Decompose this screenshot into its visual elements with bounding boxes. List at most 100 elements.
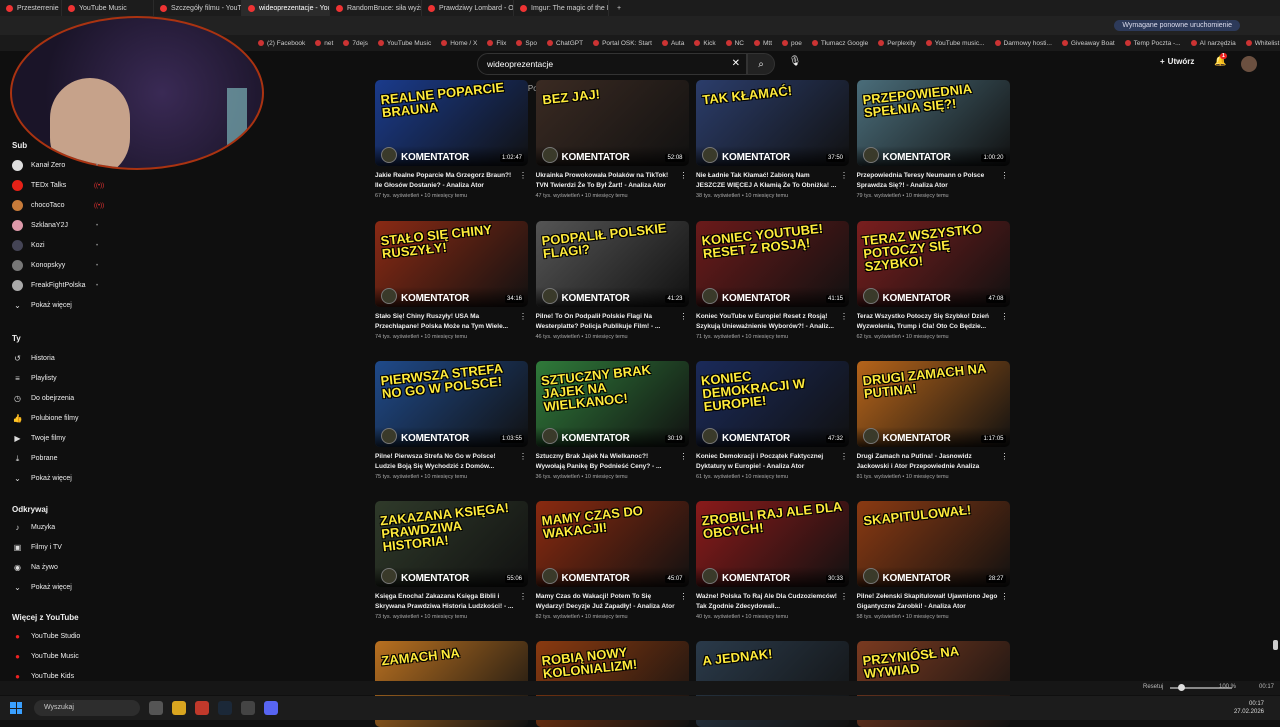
- video-thumbnail[interactable]: Koniec YouTube! Reset z Rosją! KOMENTATOR…: [696, 221, 849, 307]
- bookmark-item[interactable]: Temp Poczta -...: [1124, 40, 1181, 47]
- video-menu-icon[interactable]: ⋮: [519, 171, 527, 180]
- windows-start-icon[interactable]: [10, 702, 22, 714]
- video-menu-icon[interactable]: ⋮: [519, 452, 527, 461]
- create-button[interactable]: + Utwórz: [1160, 57, 1194, 66]
- video-thumbnail[interactable]: Stało się chiny ruszyły! KOMENTATOR 34:16: [375, 221, 528, 307]
- bookmark-item[interactable]: Whitelist Serw...: [1245, 40, 1280, 47]
- video-card[interactable]: Zakazana księga! Prawdziwa historia! KOME…: [375, 501, 529, 620]
- video-thumbnail[interactable]: Koniec demokracji w Europie! KOMENTATOR 47…: [696, 361, 849, 447]
- video-menu-icon[interactable]: ⋮: [840, 452, 848, 461]
- bookmark-item[interactable]: net: [315, 40, 333, 47]
- bookmark-item[interactable]: Portal OSK: Start: [593, 40, 652, 47]
- search-input[interactable]: wideoprezentacje ✕: [477, 53, 747, 75]
- video-card[interactable]: Drugi zamach na Putina! KOMENTATOR 1:17:05…: [856, 361, 1011, 480]
- bookmark-item[interactable]: Darmowy hosti...: [994, 40, 1052, 47]
- video-title[interactable]: Koniec YouTube w Europie! Reset z Rosją!…: [696, 312, 850, 332]
- bookmark-item[interactable]: Kick: [694, 40, 716, 47]
- video-card[interactable]: Pierwsza strefa no go w Polsce! KOMENTATO…: [375, 361, 529, 480]
- video-thumbnail[interactable]: Realne poparcie Brauna KOMENTATOR 1:02:47: [375, 80, 528, 166]
- steam-icon[interactable]: [218, 701, 232, 715]
- video-title[interactable]: Koniec Demokracji i Początek Faktycznej …: [696, 452, 850, 472]
- browser-tab[interactable]: RandomBruce: siła wyższa: [330, 0, 422, 16]
- sidebar-item-subscription[interactable]: Konopskyy •: [12, 260, 98, 271]
- bookmark-item[interactable]: NC: [725, 40, 744, 47]
- bookmark-item[interactable]: (2) Facebook: [258, 40, 305, 47]
- notifications-bell-icon[interactable]: 🔔 1: [1214, 53, 1227, 67]
- bookmark-item[interactable]: Mtt: [754, 40, 772, 47]
- sidebar-item-playlisty[interactable]: ≡ Playlisty: [12, 373, 57, 384]
- browser-tab[interactable]: wideoprezentacje - YouTub: [242, 0, 330, 16]
- restart-warning[interactable]: Wymagane ponowne uruchomienie: [1114, 20, 1240, 31]
- discord-icon[interactable]: [264, 701, 278, 715]
- bookmark-item[interactable]: poe: [782, 40, 802, 47]
- sidebar-item-pobrane[interactable]: ⤓ Pobrane: [12, 453, 58, 464]
- video-card[interactable]: Bez jaj! KOMENTATOR 52:08 Ukrainka Prowokow…: [535, 80, 690, 199]
- browser-tab[interactable]: Przesterrenie: [0, 0, 62, 16]
- browser-tab[interactable]: Imgur: The magic of the In: [514, 0, 609, 16]
- video-card[interactable]: Skapitulował! KOMENTATOR 28:27 Pilne! Zełen…: [856, 501, 1011, 620]
- sidebar-item-subscription[interactable]: chocoTaco ((•)): [12, 200, 104, 211]
- video-menu-icon[interactable]: ⋮: [1001, 312, 1009, 321]
- video-title[interactable]: Nie Ładnie Tak Kłamać! Zabiorą Nam JESZC…: [696, 171, 850, 191]
- bookmark-item[interactable]: AI narzędzia: [1190, 40, 1236, 47]
- sidebar-item-youtube-studio[interactable]: ● YouTube Studio: [12, 631, 80, 642]
- video-menu-icon[interactable]: ⋮: [1001, 452, 1009, 461]
- sidebar-item-twoje-filmy[interactable]: ▶ Twoje filmy: [12, 433, 65, 444]
- sidebar-item-pokaż-więcej[interactable]: ⌄ Pokaż więcej: [12, 473, 72, 484]
- task-view-icon[interactable]: [149, 701, 163, 715]
- sidebar-item-subscription[interactable]: TEDx Talks ((•)): [12, 180, 104, 191]
- video-thumbnail[interactable]: Pierwsza strefa no go w Polsce! KOMENTATO…: [375, 361, 528, 447]
- sidebar-item-subscription[interactable]: SzklanaY2J •: [12, 220, 98, 231]
- video-thumbnail[interactable]: Mamy czas do wakacji! KOMENTATOR 45:07: [535, 501, 689, 587]
- account-avatar[interactable]: [1241, 56, 1257, 72]
- video-title[interactable]: Ważne! Polska To Raj Ale Dla Cudzoziemcó…: [696, 592, 850, 612]
- video-card[interactable]: Teraz wszystko potoczy się szybko! KOMENT…: [856, 221, 1011, 340]
- video-menu-icon[interactable]: ⋮: [840, 592, 848, 601]
- file-explorer-icon[interactable]: [172, 701, 186, 715]
- sidebar-item-subscription[interactable]: Kanał Zero •: [12, 160, 98, 171]
- video-menu-icon[interactable]: ⋮: [680, 592, 688, 601]
- bookmark-item[interactable]: Auta: [661, 40, 684, 47]
- sidebar-item-youtube-music[interactable]: ● YouTube Music: [12, 651, 79, 662]
- you-heading[interactable]: Ty: [12, 334, 21, 343]
- subscriptions-heading[interactable]: Sub: [12, 141, 27, 150]
- video-card[interactable]: Zrobili raj ale dla obcych! KOMENTATOR 30:…: [696, 501, 850, 620]
- video-title[interactable]: Drugi Zamach na Putina! - Jasnowidz Jack…: [857, 452, 1011, 472]
- video-title[interactable]: Ukrainka Prowokowała Polaków na TikTok! …: [536, 171, 690, 191]
- video-menu-icon[interactable]: ⋮: [840, 171, 848, 180]
- browser-tab[interactable]: Szczegóły filmu - YouTube: [154, 0, 242, 16]
- video-title[interactable]: Pilne! Pierwsza Strefa No Go w Polsce! L…: [375, 452, 529, 472]
- zoom-slider-handle[interactable]: [1178, 684, 1185, 691]
- sidebar-item-do-obejrzenia[interactable]: ◷ Do obejrzenia: [12, 393, 74, 404]
- vivaldi-browser-icon[interactable]: [195, 701, 209, 715]
- browser-tab[interactable]: YouTube Music: [62, 0, 154, 16]
- video-thumbnail[interactable]: Bez jaj! KOMENTATOR 52:08: [535, 80, 689, 166]
- bookmark-item[interactable]: Perplexity: [878, 40, 916, 47]
- bookmark-item[interactable]: ChatGPT: [547, 40, 583, 47]
- video-thumbnail[interactable]: Teraz wszystko potoczy się szybko! KOMENT…: [856, 221, 1010, 307]
- sidebar-item-historia[interactable]: ↺ Historia: [12, 353, 55, 364]
- video-title[interactable]: Jakie Realne Poparcie Ma Grzegorz Braun?…: [375, 171, 529, 191]
- video-title[interactable]: Teraz Wszystko Potoczy Się Szybko! Dzień…: [857, 312, 1011, 332]
- sidebar-item-na-żywo[interactable]: ◉ Na żywo: [12, 562, 58, 573]
- browser-tab[interactable]: Prawdziwy Lombard - Odc: [422, 0, 514, 16]
- video-title[interactable]: Stało Się! Chiny Ruszyły! USA Ma Przechl…: [375, 312, 529, 332]
- video-thumbnail[interactable]: Sztuczny brak jajek na Wielkanoc! KOMENTA…: [535, 361, 689, 447]
- new-tab-icon[interactable]: +: [617, 5, 621, 12]
- sidebar-item-show-more[interactable]: ⌄ Pokaż więcej: [12, 300, 72, 311]
- video-card[interactable]: Realne poparcie Brauna KOMENTATOR 1:02:47 J…: [375, 80, 529, 199]
- zoom-reset-button[interactable]: Resetuj: [1143, 684, 1163, 690]
- video-thumbnail[interactable]: Podpalił polskie flagi? KOMENTATOR 41:23: [535, 221, 689, 307]
- video-card[interactable]: Koniec demokracji w Europie! KOMENTATOR 47…: [696, 361, 850, 480]
- bookmark-item[interactable]: Home / X: [441, 40, 477, 47]
- bookmark-item[interactable]: Spo: [516, 40, 537, 47]
- bookmark-item[interactable]: YouTube music...: [925, 40, 985, 47]
- scrollbar-thumb[interactable]: [1273, 640, 1278, 650]
- video-card[interactable]: Przepowiednia spełnia się?! KOMENTATOR 1:0…: [856, 80, 1011, 199]
- video-thumbnail[interactable]: Przepowiednia spełnia się?! KOMENTATOR 1:0…: [856, 80, 1010, 166]
- bookmark-item[interactable]: Flix: [487, 40, 506, 47]
- video-menu-icon[interactable]: ⋮: [840, 312, 848, 321]
- search-button[interactable]: ⌕: [747, 53, 775, 75]
- video-title[interactable]: Pilne! Zełenski Skapitulował! Ujawniono …: [857, 592, 1011, 612]
- bookmark-item[interactable]: Tłumacz Google: [811, 40, 868, 47]
